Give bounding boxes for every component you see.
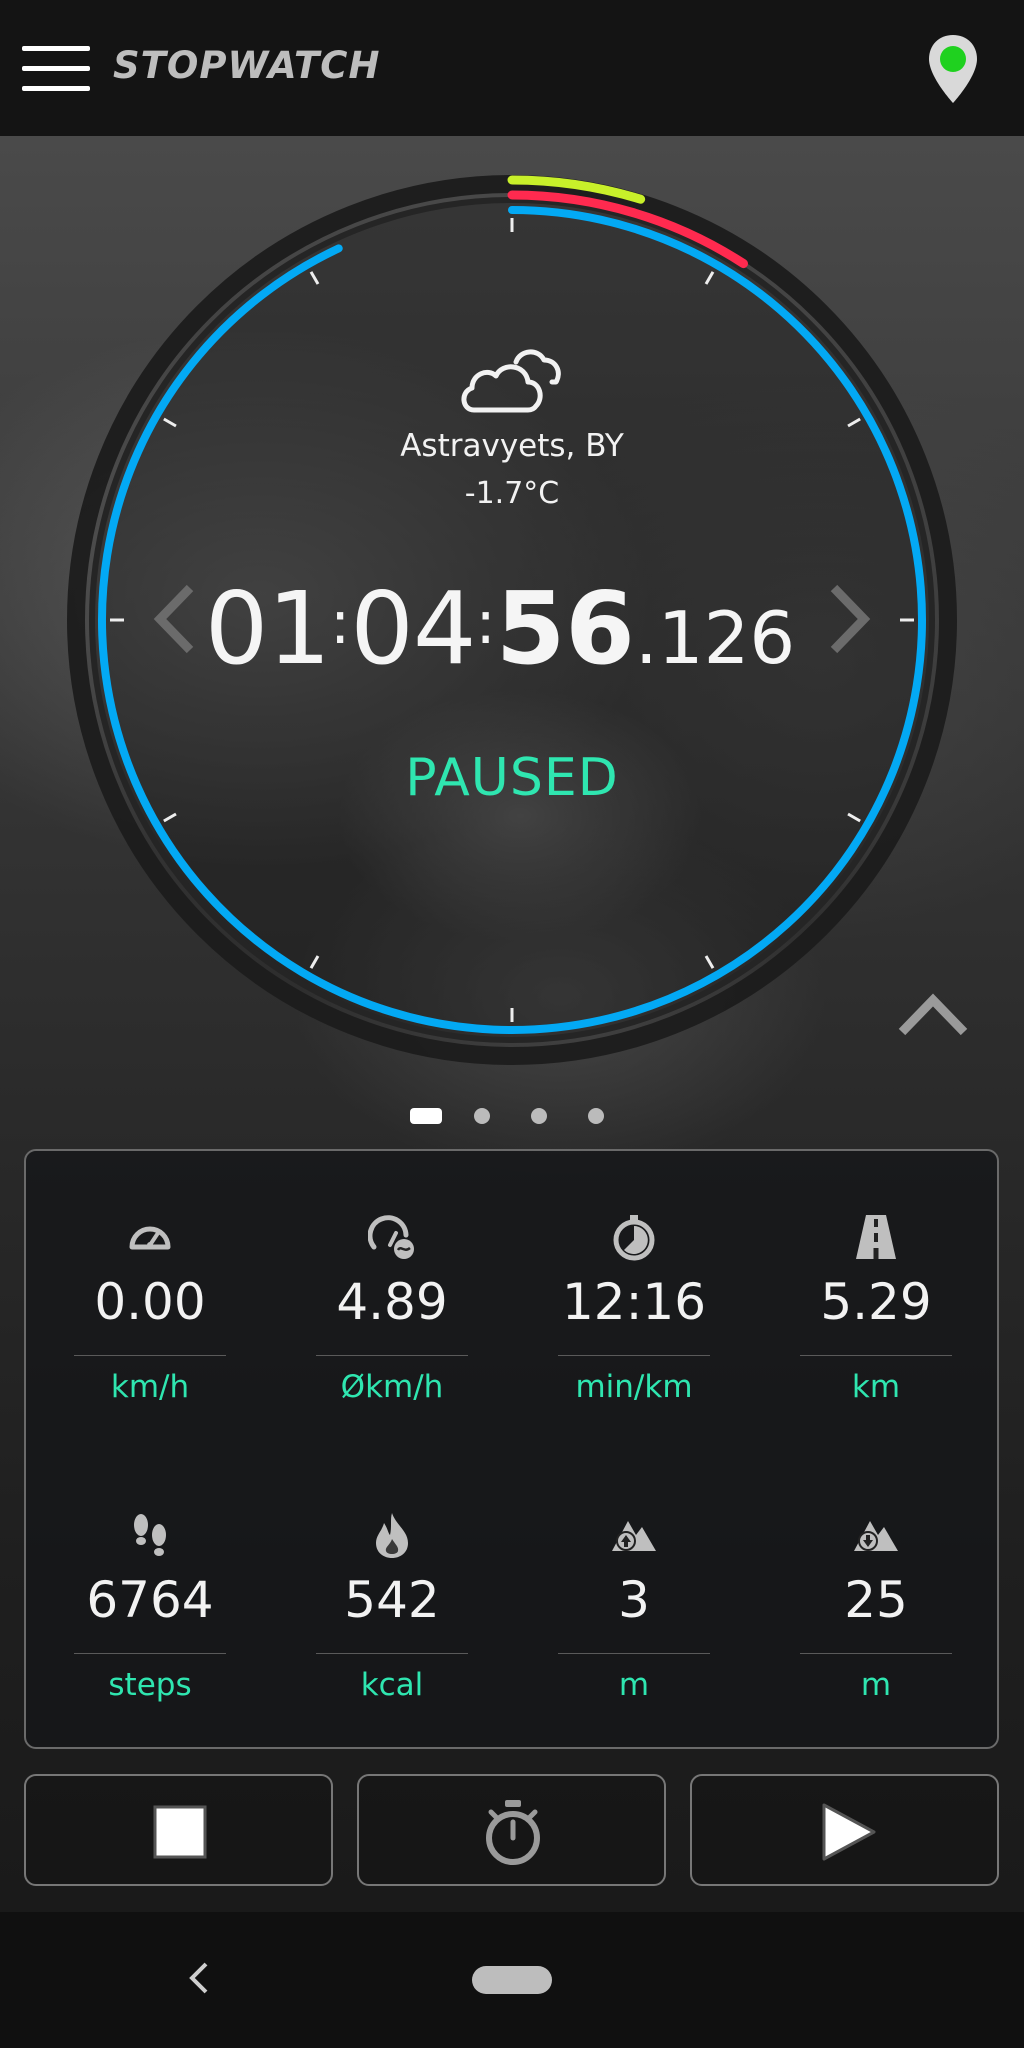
road-distance-icon: [856, 1215, 896, 1259]
stopwatch-icon: [486, 1800, 540, 1865]
time-hours: 01: [204, 570, 331, 687]
lap-button[interactable]: [357, 1774, 666, 1886]
stat-value: 542: [344, 1571, 440, 1629]
stop-icon: [153, 1805, 207, 1859]
back-nav-icon[interactable]: [184, 1958, 214, 1998]
page-dot-1[interactable]: [410, 1108, 442, 1124]
page-indicator: [410, 1106, 610, 1126]
page-dot-3[interactable]: [531, 1108, 547, 1124]
time-separator: :: [475, 588, 496, 658]
time-seconds: 56: [495, 570, 635, 687]
time-minutes: 04: [350, 570, 476, 687]
divider: [74, 1653, 226, 1654]
pace-timer-icon: [613, 1215, 655, 1261]
divider: [800, 1355, 952, 1356]
stat-average-speed[interactable]: 4.89 Økm/h: [312, 1213, 472, 1423]
elevation-down-icon: [854, 1521, 898, 1551]
stat-value: 0.00: [94, 1273, 206, 1331]
stat-calories[interactable]: 542 kcal: [312, 1511, 472, 1721]
stat-current-speed[interactable]: 0.00 km/h: [70, 1213, 230, 1423]
stat-unit: Økm/h: [340, 1369, 444, 1405]
divider: [74, 1355, 226, 1356]
stopwatch-dial: [67, 175, 957, 1065]
stat-value: 6764: [86, 1571, 214, 1629]
page-dot-2[interactable]: [474, 1108, 490, 1124]
divider: [316, 1355, 468, 1356]
stat-value: 12:16: [561, 1273, 707, 1331]
cloudy-icon: [461, 349, 561, 413]
stat-value: 5.29: [820, 1273, 932, 1331]
stat-unit: kcal: [360, 1667, 424, 1703]
home-pill[interactable]: [472, 1966, 552, 1994]
chevron-up-icon[interactable]: [896, 990, 970, 1040]
elevation-up-icon: [612, 1521, 656, 1551]
flame-calories-icon: [376, 1513, 408, 1558]
page-dot-4[interactable]: [588, 1108, 604, 1124]
average-speed-icon: [368, 1215, 414, 1259]
time-milliseconds: .126: [634, 596, 796, 680]
weather-location: Astravyets, BY: [400, 428, 624, 464]
stat-unit: km/h: [110, 1369, 190, 1405]
stat-unit: km: [851, 1369, 901, 1405]
stat-pace[interactable]: 12:16 min/km: [554, 1213, 714, 1423]
stat-unit: min/km: [575, 1369, 693, 1405]
elapsed-time: 01:04:56.126: [180, 570, 820, 687]
stat-value: 4.89: [336, 1273, 448, 1331]
timer-status: PAUSED: [405, 748, 619, 808]
speedometer-icon: [129, 1226, 171, 1250]
divider: [800, 1653, 952, 1654]
play-icon: [822, 1803, 876, 1861]
divider: [558, 1653, 710, 1654]
chevron-right-icon[interactable]: [824, 582, 874, 656]
time-separator: :: [330, 588, 351, 658]
stat-value: 25: [844, 1571, 908, 1629]
stats-panel: 0.00 km/h 4.89 Økm/h 12:16 min/km 5.29 k…: [24, 1149, 999, 1749]
weather-temperature: -1.7°C: [464, 476, 560, 511]
play-button[interactable]: [690, 1774, 999, 1886]
stat-elevation-loss[interactable]: 25 m: [796, 1511, 956, 1721]
stat-unit: m: [618, 1667, 650, 1703]
divider: [316, 1653, 468, 1654]
divider: [558, 1355, 710, 1356]
stat-steps[interactable]: 6764 steps: [70, 1511, 230, 1721]
stat-elevation-gain[interactable]: 3 m: [554, 1511, 714, 1721]
stat-unit: steps: [108, 1667, 192, 1703]
stat-unit: m: [860, 1667, 892, 1703]
stop-button[interactable]: [24, 1774, 333, 1886]
stat-distance[interactable]: 5.29 km: [796, 1213, 956, 1423]
stat-value: 3: [618, 1571, 650, 1629]
footsteps-icon: [134, 1514, 166, 1556]
